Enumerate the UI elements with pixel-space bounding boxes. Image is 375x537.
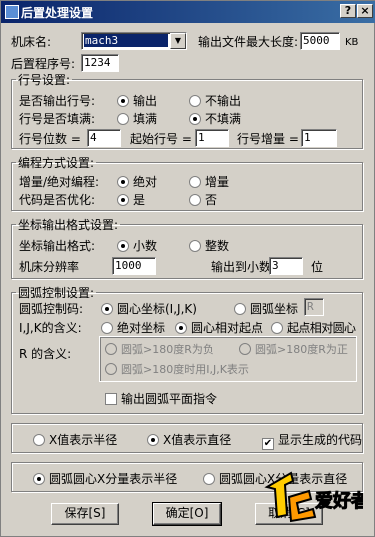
radio-no-output[interactable]: 不输出 bbox=[189, 94, 241, 108]
checkmark-icon: ✔ bbox=[262, 438, 274, 450]
watermark-text: 爱好者 bbox=[315, 490, 363, 512]
resolution-label: 机床分辨率 bbox=[19, 260, 80, 274]
radio-optimize-yes[interactable]: 是 bbox=[117, 193, 145, 207]
increment-label: 行号增量 = bbox=[237, 132, 299, 146]
radio-dot-icon bbox=[271, 322, 283, 334]
ijk-label: I,J,K的含义: bbox=[19, 321, 82, 335]
radio-dot-icon bbox=[189, 176, 201, 188]
post-process-dialog: 后置处理设置 ? × 机床名: mach3 ▼ 输出文件最大长度: 5000 K… bbox=[0, 0, 375, 537]
watermark-logo-icon: 爱好者 bbox=[264, 471, 363, 523]
radio-decimal[interactable]: 小数 bbox=[117, 239, 157, 253]
output-line-label: 是否输出行号: bbox=[19, 94, 96, 108]
machine-name-label: 机床名: bbox=[11, 35, 52, 49]
radio-dot-icon bbox=[117, 194, 129, 206]
radio-dot-icon bbox=[105, 343, 117, 355]
decimals-unit: 位 bbox=[311, 260, 324, 274]
radio-dot-icon bbox=[117, 176, 129, 188]
window-title: 后置处理设置 bbox=[21, 6, 94, 20]
coding-mode-legend: 编程方式设置: bbox=[18, 156, 95, 170]
radio-integer[interactable]: 整数 bbox=[189, 239, 229, 253]
decimals-input[interactable]: 3 bbox=[269, 257, 303, 275]
radio-dot-icon bbox=[239, 343, 251, 355]
coord-format-label: 坐标输出格式: bbox=[19, 239, 96, 253]
save-button[interactable]: 保存[S] bbox=[51, 503, 119, 525]
radio-x-diameter[interactable]: X值表示直径 bbox=[147, 433, 231, 447]
radio-ijk-center-rel-start[interactable]: 圆心相对起点 bbox=[175, 321, 263, 335]
increment-input[interactable]: 1 bbox=[301, 129, 337, 147]
arc-control-legend: 圆弧控制设置: bbox=[18, 286, 95, 300]
line-number-legend: 行号设置: bbox=[18, 73, 71, 87]
radio-dot-icon bbox=[105, 363, 117, 375]
machine-name-select[interactable]: mach3 ▼ bbox=[81, 32, 187, 50]
arc-r-input[interactable]: R bbox=[304, 298, 324, 316]
machine-name-value: mach3 bbox=[84, 34, 168, 47]
radio-optimize-no[interactable]: 否 bbox=[189, 193, 217, 207]
radio-center-radius[interactable]: 圆弧圆心X分量表示半径 bbox=[33, 472, 177, 486]
radio-ijk-start-rel-center[interactable]: 起点相对圆心 bbox=[271, 321, 356, 335]
radio-dot-icon bbox=[117, 113, 129, 125]
digits-label: 行号位数 = bbox=[19, 132, 81, 146]
checkbox-arc-plane[interactable]: 输出圆弧平面指令 bbox=[105, 392, 217, 406]
chevron-down-icon[interactable]: ▼ bbox=[170, 33, 186, 49]
checkbox-icon bbox=[105, 393, 117, 405]
radio-dot-icon bbox=[189, 194, 201, 206]
ok-button[interactable]: 确定[O] bbox=[152, 502, 222, 526]
app-icon bbox=[5, 5, 19, 19]
radio-r-positive[interactable]: 圆弧>180度R为正 bbox=[239, 343, 348, 357]
radio-arc-radius[interactable]: 圆弧坐标 bbox=[234, 302, 298, 316]
radio-dot-icon bbox=[33, 473, 45, 485]
radio-output[interactable]: 输出 bbox=[117, 94, 157, 108]
help-button[interactable]: ? bbox=[340, 4, 356, 18]
radio-r-use-ijk[interactable]: 圆弧>180度时用I,J,K表示 bbox=[105, 363, 249, 377]
radio-dot-icon bbox=[189, 240, 201, 252]
title-bar[interactable]: 后置处理设置 ? × bbox=[1, 1, 375, 23]
coding-mode-label: 增量/绝对编程: bbox=[19, 175, 100, 189]
radio-dot-icon bbox=[189, 113, 201, 125]
program-number-input[interactable]: 1234 bbox=[81, 54, 119, 72]
radio-dot-icon bbox=[33, 434, 45, 446]
radio-dot-icon bbox=[203, 473, 215, 485]
resolution-input[interactable]: 1000 bbox=[112, 257, 156, 275]
max-length-label: 输出文件最大长度: bbox=[198, 35, 299, 49]
optimize-label: 代码是否优化: bbox=[19, 193, 96, 207]
radio-incremental[interactable]: 增量 bbox=[189, 175, 229, 189]
radio-fill[interactable]: 填满 bbox=[117, 112, 157, 126]
radio-dot-icon bbox=[117, 240, 129, 252]
radio-ijk-absolute[interactable]: 绝对坐标 bbox=[101, 321, 165, 335]
program-number-label: 后置程序号: bbox=[11, 57, 76, 71]
radio-arc-center[interactable]: 圆心坐标(I,J,K) bbox=[101, 302, 197, 316]
arc-code-label: 圆弧控制码: bbox=[19, 302, 84, 316]
radio-x-radius[interactable]: X值表示半径 bbox=[33, 433, 117, 447]
digits-input[interactable]: 4 bbox=[87, 129, 121, 147]
start-line-input[interactable]: 1 bbox=[195, 129, 229, 147]
radio-dot-icon bbox=[117, 95, 129, 107]
close-button[interactable]: × bbox=[357, 4, 373, 18]
radio-absolute[interactable]: 绝对 bbox=[117, 175, 157, 189]
radio-dot-icon bbox=[101, 303, 113, 315]
radio-r-negative[interactable]: 圆弧>180度R为负 bbox=[105, 343, 214, 357]
radio-dot-icon bbox=[147, 434, 159, 446]
radio-dot-icon bbox=[175, 322, 187, 334]
radio-dot-icon bbox=[234, 303, 246, 315]
max-length-input[interactable]: 5000 bbox=[300, 32, 340, 50]
radio-no-fill[interactable]: 不填满 bbox=[189, 112, 241, 126]
max-length-unit: KB bbox=[345, 37, 359, 48]
checkbox-show-code[interactable]: ✔ 显示生成的代码 bbox=[262, 433, 362, 450]
fill-line-label: 行号是否填满: bbox=[19, 112, 96, 126]
radio-dot-icon bbox=[189, 95, 201, 107]
coord-format-legend: 坐标输出格式设置: bbox=[18, 218, 119, 232]
radio-dot-icon bbox=[101, 322, 113, 334]
start-line-label: 起始行号 = bbox=[130, 132, 192, 146]
r-meaning-label: R 的含义: bbox=[19, 347, 72, 361]
